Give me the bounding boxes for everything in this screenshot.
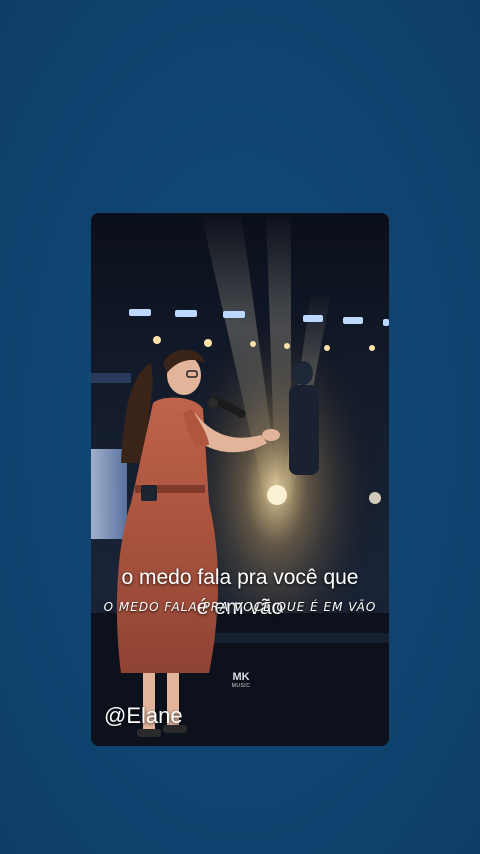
user-handle[interactable]: @Elane [104,703,183,729]
video-frame[interactable] [91,213,389,746]
lyric-line-1: o medo fala pra você que [121,566,359,589]
mk-music-watermark: MK MUSIC [230,672,252,694]
page-background: o medo fala pra você que é em vão O MEDO… [0,0,480,854]
handwritten-lyric-caption: O MEDO FALA PRA VOCÊ QUE É EM VÃO [103,600,377,614]
concert-scene-image [91,213,389,746]
mk-logo-subtext: MUSIC [231,683,251,689]
mk-logo-text: MK [232,671,250,683]
